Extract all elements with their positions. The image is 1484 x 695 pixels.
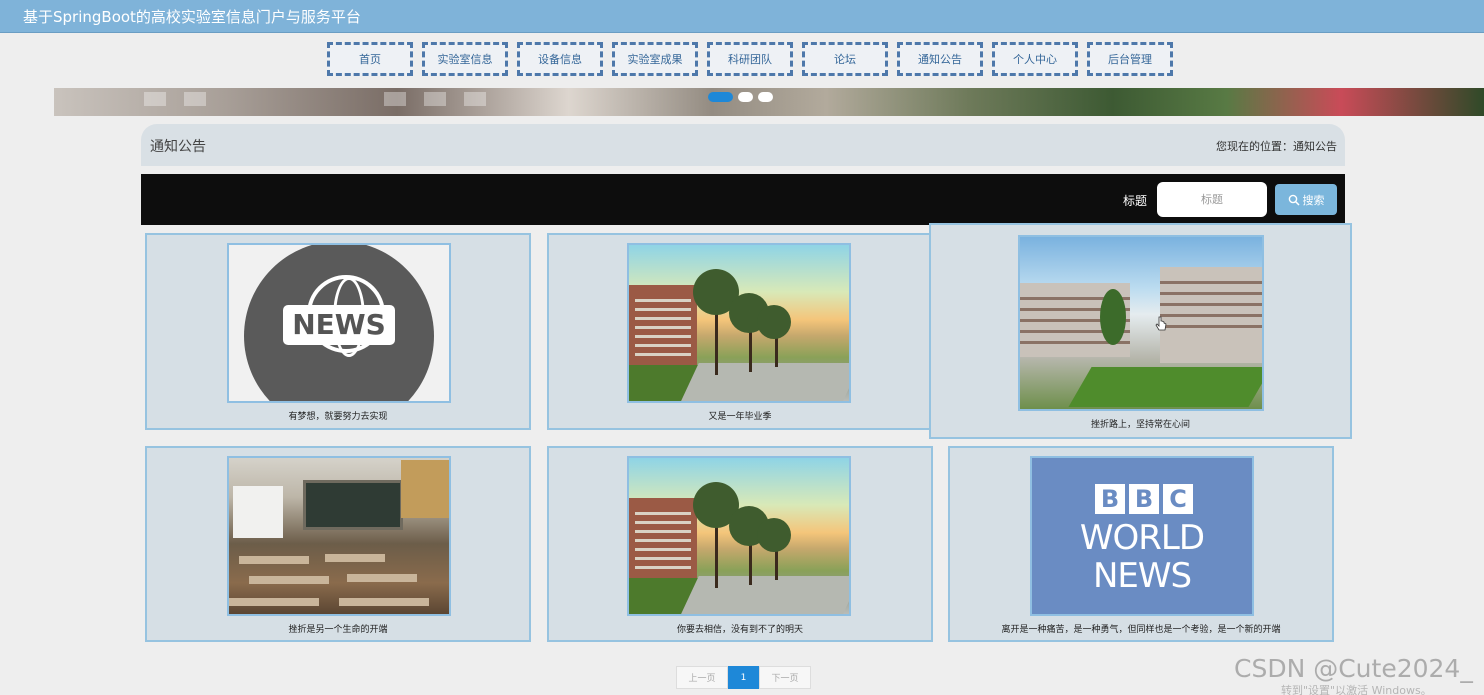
news-caption: 你要去相信，没有到不了的明天: [676, 625, 803, 635]
nav-notices[interactable]: 通知公告: [897, 42, 983, 76]
page-1-button[interactable]: 1: [728, 666, 759, 689]
bbc-logo: B B C: [1095, 484, 1193, 514]
news-caption: 离开是一种痛苦，是一种勇气，但同样也是一个考验，是一个新的开端: [1001, 625, 1281, 635]
carousel-dots: [708, 92, 773, 102]
news-card[interactable]: 又是一年毕业季: [547, 233, 933, 430]
carousel-dot-3[interactable]: [758, 92, 773, 102]
news-card[interactable]: 挫折路上，坚持常在心间: [929, 223, 1352, 439]
news-card[interactable]: 挫折是另一个生命的开端: [145, 446, 531, 642]
section-header: 通知公告 您现在的位置：通知公告: [141, 124, 1345, 166]
csdn-watermark: CSDN @Cute2024_: [1234, 654, 1473, 683]
news-thumbnail: [627, 456, 851, 616]
search-label: 标题: [1123, 194, 1148, 208]
search-bar: 标题 搜索: [141, 174, 1345, 225]
nav-band: 首页 实验室信息 设备信息 实验室成果 科研团队 论坛 通知公告 个人中心 后台…: [0, 33, 1484, 88]
nav-forum[interactable]: 论坛: [802, 42, 888, 76]
pagination: 上一页 1 下一页: [676, 666, 811, 689]
top-header-bar: 基于SpringBoot的高校实验室信息门户与服务平台: [0, 0, 1484, 33]
prev-page-button[interactable]: 上一页: [676, 666, 728, 689]
nav-lab-info[interactable]: 实验室信息: [422, 42, 508, 76]
news-logo-text: NEWS: [283, 305, 395, 345]
nav-admin[interactable]: 后台管理: [1087, 42, 1173, 76]
news-caption: 又是一年毕业季: [708, 412, 772, 422]
news-caption: 挫折是另一个生命的开端: [288, 625, 388, 635]
bbc-line-world: WORLD: [1079, 518, 1205, 558]
news-thumbnail: B B C WORLD NEWS: [1030, 456, 1254, 616]
news-thumbnail: NEWS: [227, 243, 451, 403]
news-card[interactable]: 你要去相信，没有到不了的明天: [547, 446, 933, 642]
search-button-label: 搜索: [1302, 193, 1325, 207]
nav-research-team[interactable]: 科研团队: [707, 42, 793, 76]
news-caption: 有梦想，就要努力去实现: [288, 412, 388, 422]
breadcrumb: 您现在的位置：通知公告: [1216, 140, 1337, 153]
search-icon: [1288, 194, 1300, 206]
carousel-dot-2[interactable]: [738, 92, 753, 102]
bbc-line-news: NEWS: [1092, 556, 1192, 596]
carousel-dot-1[interactable]: [708, 92, 733, 102]
nav-equipment-info[interactable]: 设备信息: [517, 42, 603, 76]
main-nav: 首页 实验室信息 设备信息 实验室成果 科研团队 论坛 通知公告 个人中心 后台…: [327, 42, 1173, 76]
nav-home[interactable]: 首页: [327, 42, 413, 76]
hand-cursor-icon: [1155, 316, 1167, 331]
news-card[interactable]: NEWS 有梦想，就要努力去实现: [145, 233, 531, 430]
news-caption: 挫折路上，坚持常在心间: [1090, 420, 1190, 430]
news-thumbnail: [227, 456, 451, 616]
nav-personal-center[interactable]: 个人中心: [992, 42, 1078, 76]
news-thumbnail: [1018, 235, 1264, 411]
next-page-button[interactable]: 下一页: [759, 666, 811, 689]
search-input[interactable]: [1157, 182, 1267, 217]
windows-activation-notice: 转到"设置"以激活 Windows。: [1281, 684, 1432, 695]
page-title: 通知公告: [150, 139, 206, 155]
site-title: 基于SpringBoot的高校实验室信息门户与服务平台: [23, 8, 361, 26]
nav-lab-achievements[interactable]: 实验室成果: [612, 42, 698, 76]
search-button[interactable]: 搜索: [1275, 184, 1337, 215]
news-card[interactable]: B B C WORLD NEWS 离开是一种痛苦，是一种勇气，但同样也是一个考验…: [948, 446, 1334, 642]
news-thumbnail: [627, 243, 851, 403]
